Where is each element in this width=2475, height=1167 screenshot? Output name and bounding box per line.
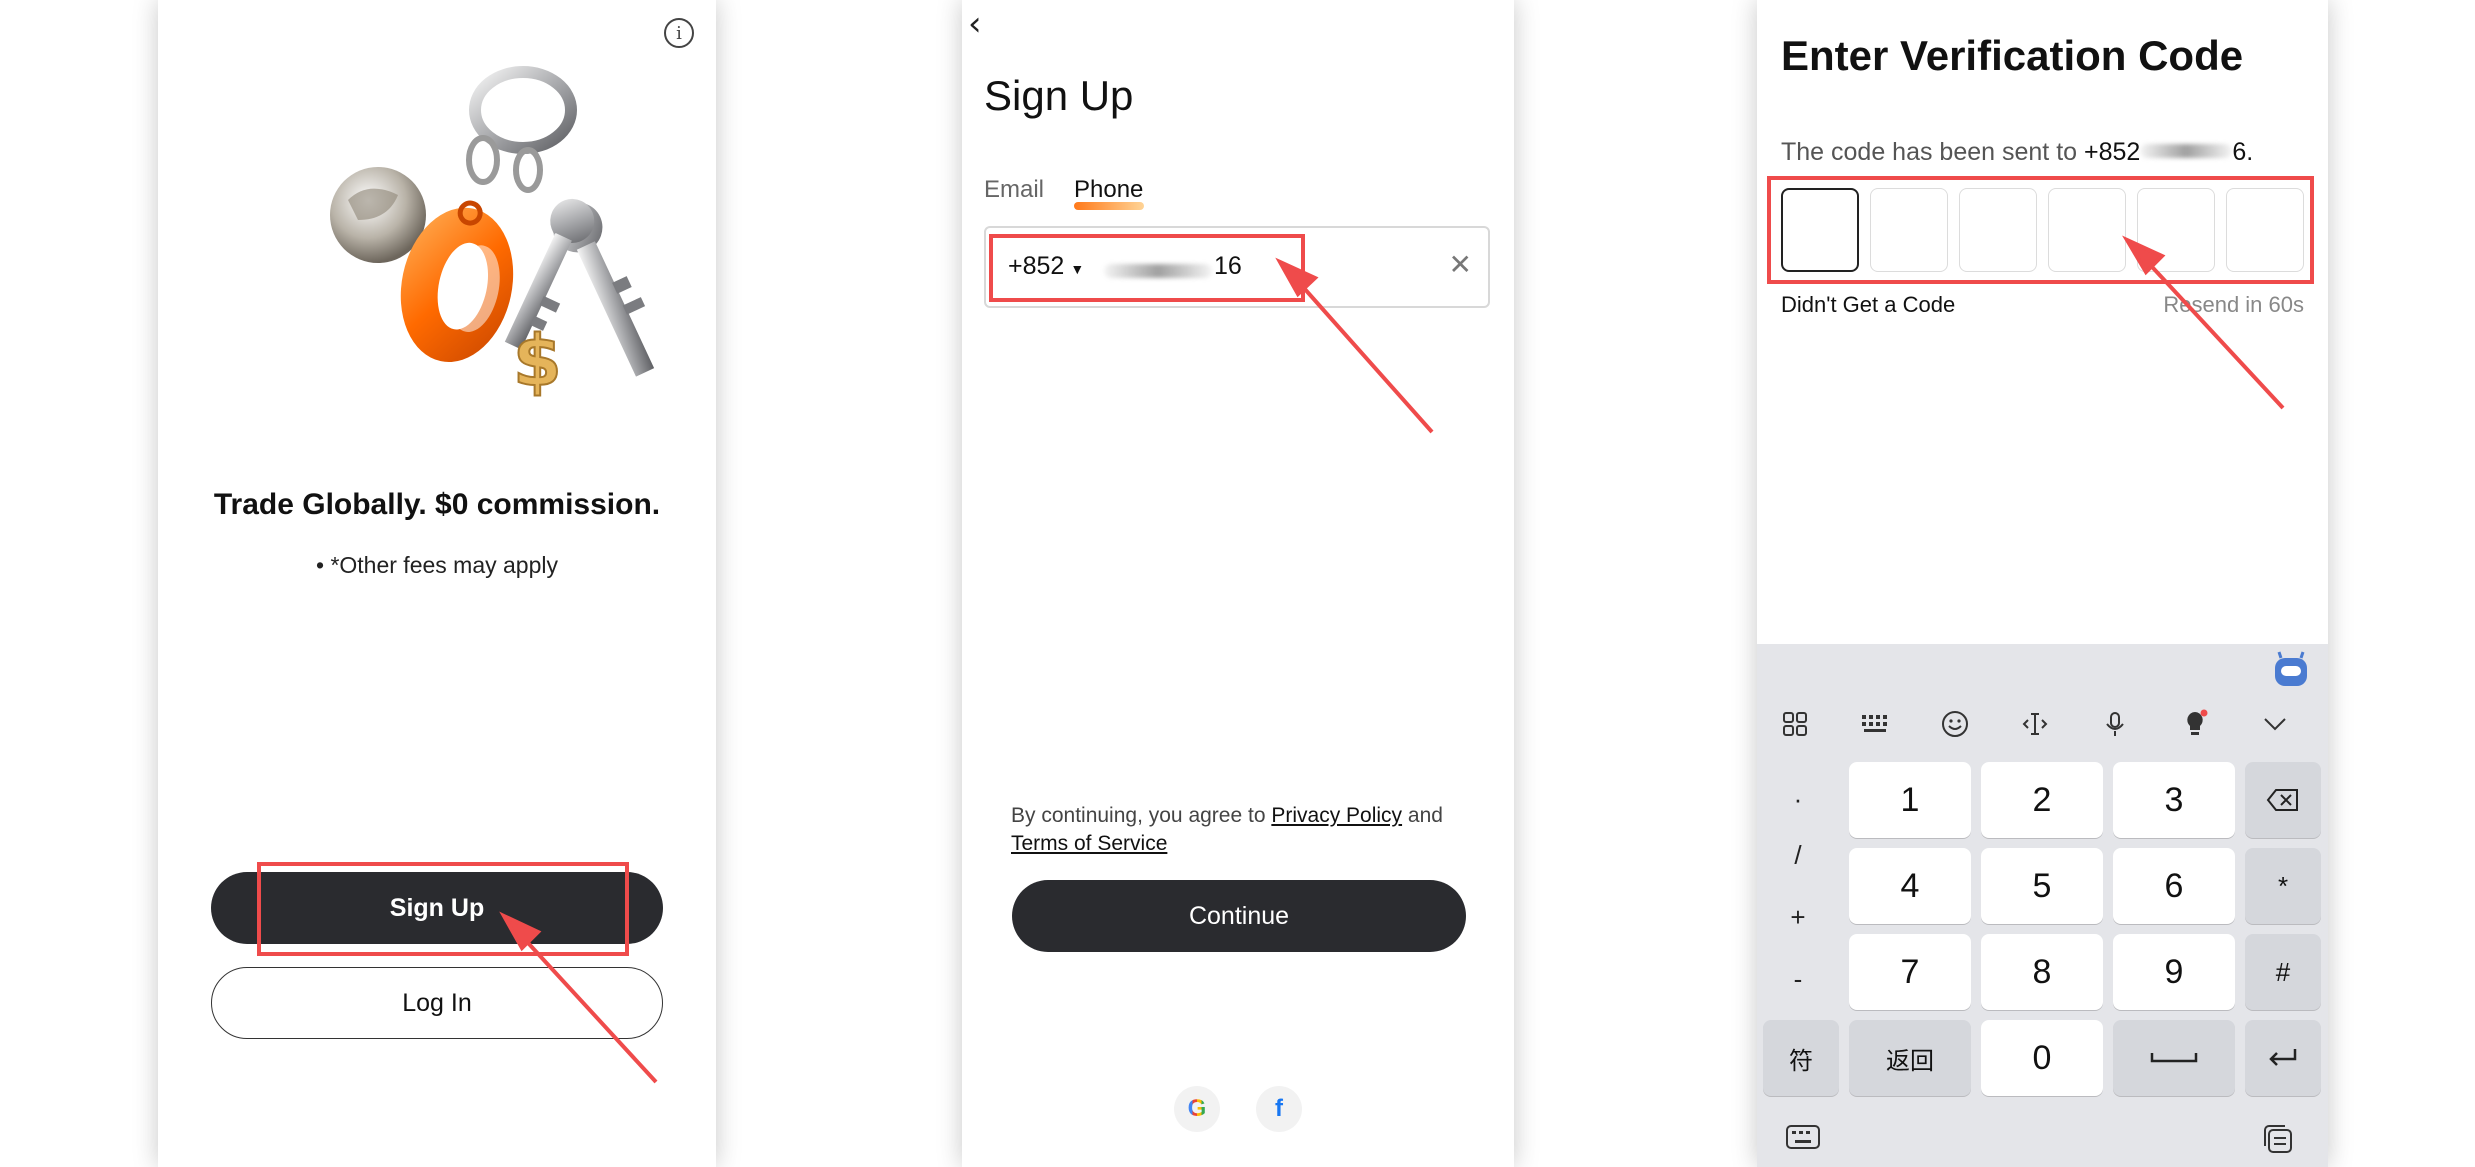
collapse-icon[interactable] (2253, 702, 2297, 746)
star-key[interactable]: * (2245, 848, 2321, 924)
assistant-bot-icon[interactable] (2271, 650, 2311, 690)
sign-up-screen: ‹ Sign Up Email Phone +852 ▼ 16 ✕ By cont… (962, 0, 1514, 1167)
sent-number: +852 6. (2084, 138, 2253, 166)
clear-icon[interactable]: ✕ (1449, 248, 1472, 281)
symbol-dot-key[interactable]: · (1757, 784, 1839, 815)
tab-email[interactable]: Email (984, 176, 1044, 204)
code-slot-6[interactable] (2226, 188, 2304, 272)
privacy-policy-link[interactable]: Privacy Policy (1271, 804, 1402, 827)
key-4[interactable]: 4 (1849, 848, 1971, 924)
code-slot-4[interactable] (2048, 188, 2126, 272)
log-in-button[interactable]: Log In (211, 967, 663, 1039)
resend-timer: Resend in 60s (2163, 292, 2304, 317)
phone-input-field[interactable]: +852 ▼ 16 ✕ (984, 226, 1490, 308)
google-glyph: G (1187, 1095, 1207, 1122)
headline: Trade Globally. $0 commission. (213, 488, 661, 521)
code-slot-3[interactable] (1959, 188, 2037, 272)
redacted-number (1104, 264, 1212, 278)
page-title: Enter Verification Code (1781, 32, 2244, 79)
cursor-icon[interactable] (2013, 702, 2057, 746)
lightbulb-icon[interactable] (2173, 702, 2217, 746)
tab-phone[interactable]: Phone (1074, 176, 1143, 204)
code-slot-5[interactable] (2137, 188, 2215, 272)
verification-screen: Enter Verification Code The code has bee… (1757, 0, 2328, 1167)
svg-text:$: $ (513, 320, 562, 402)
numeric-keyboard: · / + - 1 2 3 4 5 6 * 7 8 9 # 符 返回 0 (1757, 644, 2328, 1167)
hero-keys-illustration: $ (330, 66, 655, 403)
consent-text: By continuing, you agree to Privacy Poli… (1011, 802, 1481, 858)
key-7[interactable]: 7 (1849, 934, 1971, 1010)
sent-prefix: The code has been sent to (1781, 138, 2078, 166)
phone-number-suffix: 16 (1214, 252, 1242, 280)
clipboard-icon[interactable] (2261, 1124, 2305, 1160)
consent-prefix: By continuing, you agree to (1011, 804, 1266, 827)
facebook-glyph: f (1275, 1095, 1283, 1122)
key-6[interactable]: 6 (2113, 848, 2235, 924)
backspace-key[interactable] (2245, 762, 2321, 838)
code-slot-2[interactable] (1870, 188, 1948, 272)
didnt-get-code-link[interactable]: Didn't Get a Code (1781, 292, 1955, 318)
back-key[interactable]: 返回 (1849, 1020, 1971, 1096)
country-code-value: +852 (1008, 252, 1065, 280)
sent-number-start: +852 (2084, 138, 2141, 166)
key-8[interactable]: 8 (1981, 934, 2103, 1010)
menu-grid-icon[interactable] (1773, 702, 1817, 746)
code-sent-text: The code has been sent to +852 6. (1781, 138, 2253, 167)
enter-icon (2269, 1049, 2297, 1066)
code-slot-1[interactable] (1781, 188, 1859, 272)
key-1[interactable]: 1 (1849, 762, 1971, 838)
key-0[interactable]: 0 (1981, 1020, 2103, 1096)
google-icon[interactable]: G (1174, 1086, 1220, 1132)
backspace-icon (2266, 789, 2298, 811)
info-icon[interactable]: i (664, 18, 694, 48)
back-chevron-icon[interactable]: ‹ (968, 4, 982, 44)
keyboard-switch-icon[interactable] (1785, 1124, 1829, 1160)
key-2[interactable]: 2 (1981, 762, 2103, 838)
consent-and: and (1407, 804, 1443, 827)
symbol-slash-key[interactable]: / (1757, 840, 1839, 871)
emoji-icon[interactable] (1933, 702, 1977, 746)
sign-up-button[interactable]: Sign Up (211, 872, 663, 944)
symbols-key[interactable]: 符 (1763, 1020, 1839, 1096)
key-3[interactable]: 3 (2113, 762, 2235, 838)
key-5[interactable]: 5 (1981, 848, 2103, 924)
continue-button[interactable]: Continue (1012, 880, 1466, 952)
facebook-icon[interactable]: f (1256, 1086, 1302, 1132)
continue-label: Continue (1188, 901, 1290, 930)
sign-up-label: Sign Up (389, 893, 485, 922)
terms-of-service-link[interactable]: Terms of Service (1011, 832, 1167, 855)
space-key[interactable] (2113, 1020, 2235, 1096)
mic-icon[interactable] (2093, 702, 2137, 746)
key-9[interactable]: 9 (2113, 934, 2235, 1010)
symbol-plus-key[interactable]: + (1757, 902, 1839, 933)
redacted-number (2140, 144, 2233, 159)
country-code-select[interactable]: +852 ▼ (1008, 252, 1084, 281)
welcome-screen: i $ Trade Globally. $0 commission. • *Ot… (158, 0, 716, 1167)
hash-key[interactable]: # (2245, 934, 2321, 1010)
fees-note: • *Other fees may apply (316, 552, 558, 578)
active-tab-indicator (1074, 202, 1144, 210)
symbol-minus-key[interactable]: - (1757, 964, 1839, 995)
enter-key[interactable] (2245, 1020, 2321, 1096)
page-title: Sign Up (984, 72, 1134, 119)
space-icon (2150, 1053, 2198, 1063)
sent-number-end: 6. (2232, 138, 2254, 166)
dropdown-caret-icon: ▼ (1070, 261, 1085, 277)
log-in-label: Log In (402, 988, 472, 1017)
keyboard-icon[interactable] (1853, 702, 1897, 746)
